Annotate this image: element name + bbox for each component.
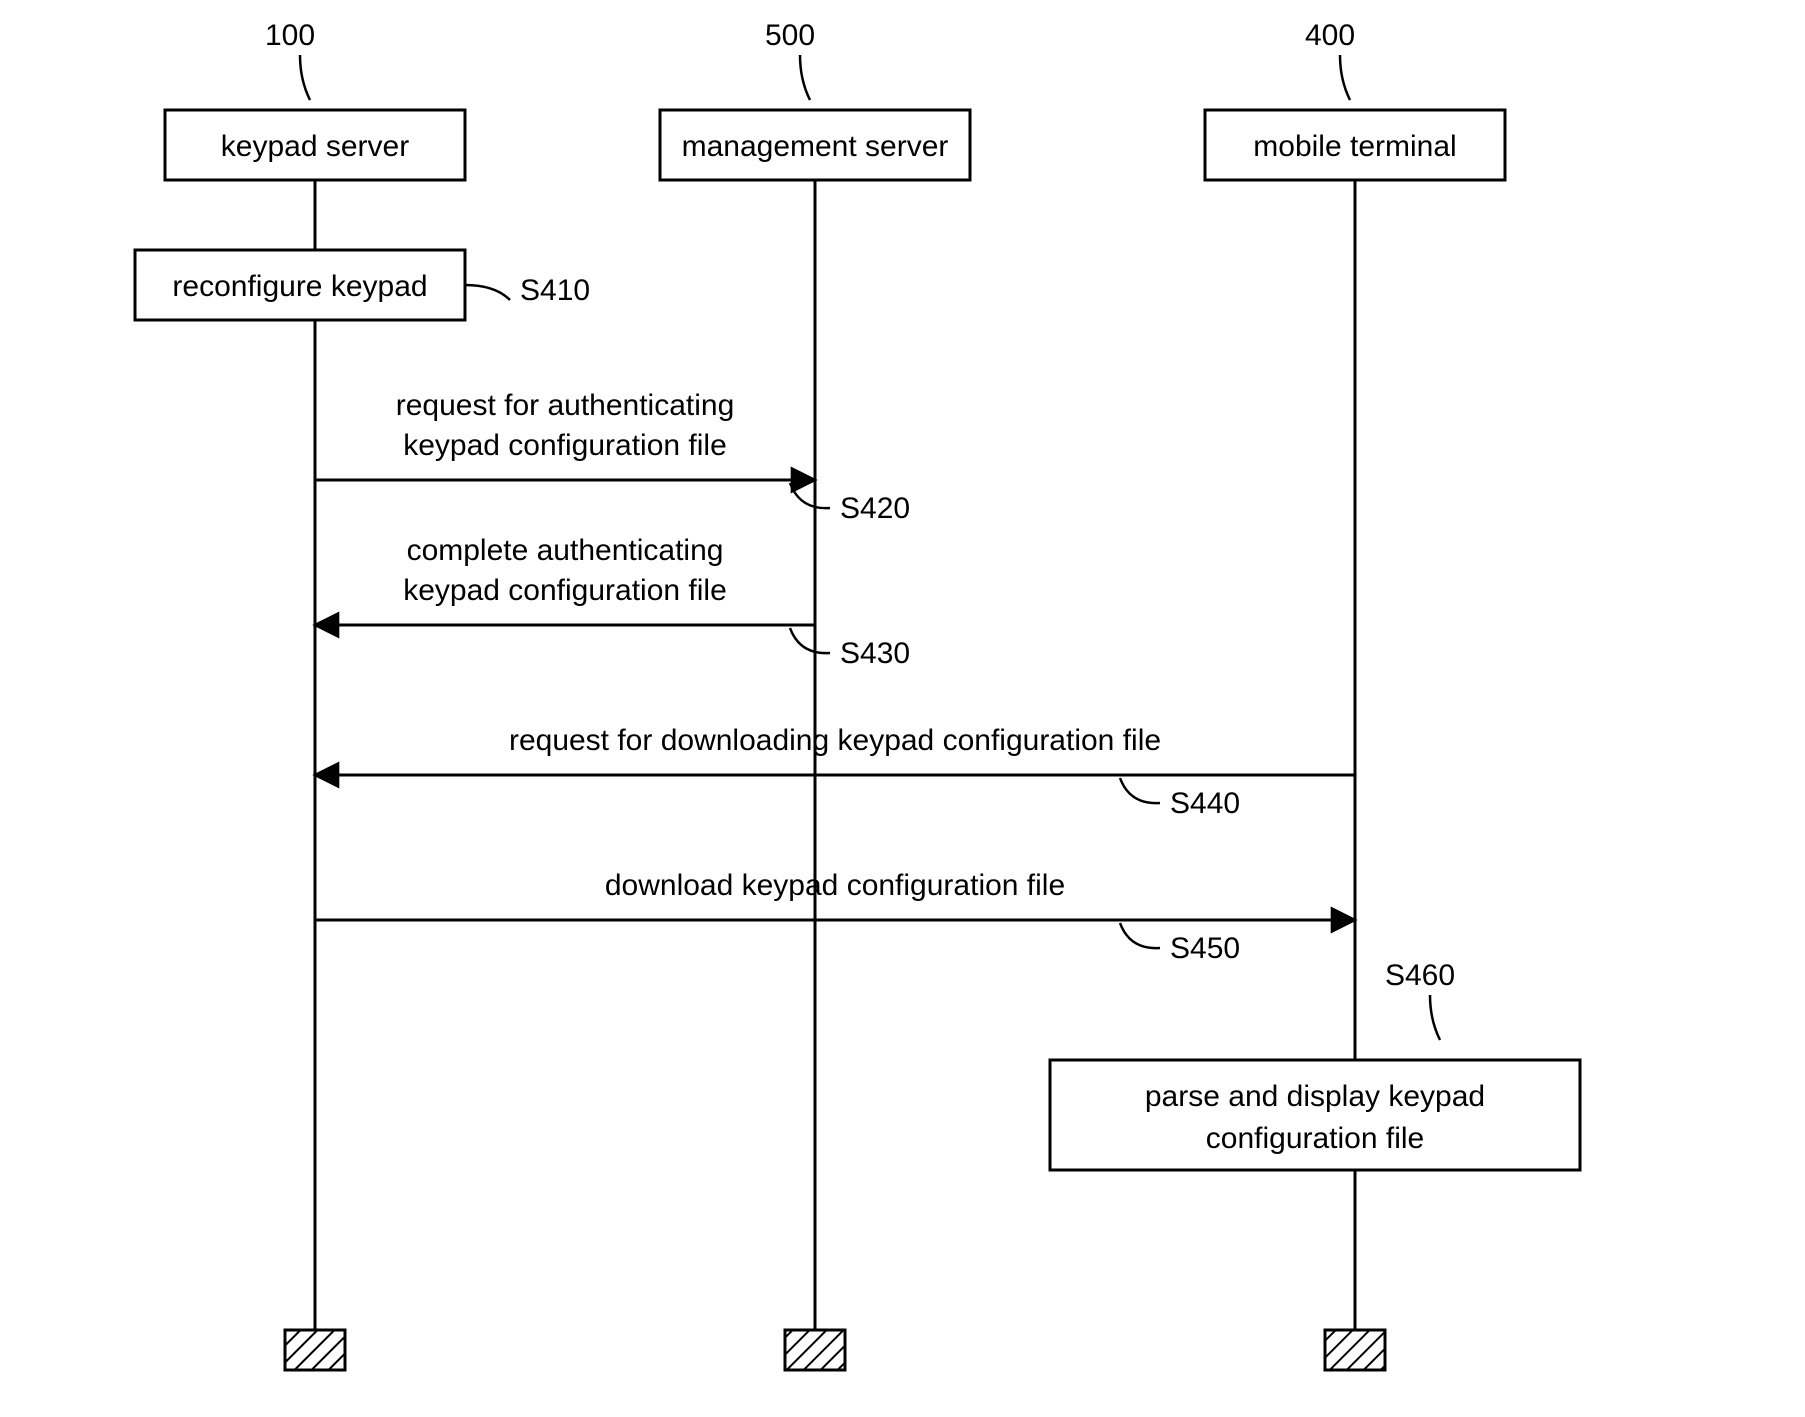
ref-s430: S430 — [840, 637, 910, 670]
msg-s430-line1: complete authenticating — [407, 534, 724, 567]
leader-terminal — [1340, 55, 1350, 100]
leader-s410 — [465, 285, 510, 300]
step-label-s460-line2: configuration file — [1206, 1122, 1424, 1155]
ref-label-terminal: 400 — [1305, 19, 1355, 52]
lifeline-label-mgmt: management server — [682, 130, 949, 163]
ref-s460: S460 — [1385, 959, 1455, 992]
step-label-s410: reconfigure keypad — [172, 270, 427, 303]
lifeline-label-terminal: mobile terminal — [1253, 130, 1456, 163]
msg-s430-line2: keypad configuration file — [403, 574, 727, 607]
ref-label-mgmt: 500 — [765, 19, 815, 52]
msg-s440: request for downloading keypad configura… — [509, 724, 1161, 757]
leader-s430 — [790, 628, 830, 653]
lifeline-label-keypad: keypad server — [221, 130, 409, 163]
leader-s420 — [790, 483, 830, 508]
lifeline-end-keypad — [285, 1330, 345, 1370]
ref-s450: S450 — [1170, 932, 1240, 965]
sequence-diagram: 100 500 400 keypad server management ser… — [0, 0, 1805, 1417]
ref-s440: S440 — [1170, 787, 1240, 820]
msg-s450: download keypad configuration file — [605, 869, 1065, 902]
ref-label-keypad: 100 — [265, 19, 315, 52]
ref-s410: S410 — [520, 274, 590, 307]
msg-s420-line1: request for authenticating — [396, 389, 735, 422]
leader-keypad — [300, 55, 310, 100]
leader-s440 — [1120, 778, 1160, 803]
lifeline-end-terminal — [1325, 1330, 1385, 1370]
leader-s460 — [1430, 995, 1440, 1040]
leader-s450 — [1120, 923, 1160, 948]
ref-s420: S420 — [840, 492, 910, 525]
step-label-s460-line1: parse and display keypad — [1145, 1080, 1485, 1113]
msg-s420-line2: keypad configuration file — [403, 429, 727, 462]
lifeline-end-mgmt — [785, 1330, 845, 1370]
leader-mgmt — [800, 55, 810, 100]
